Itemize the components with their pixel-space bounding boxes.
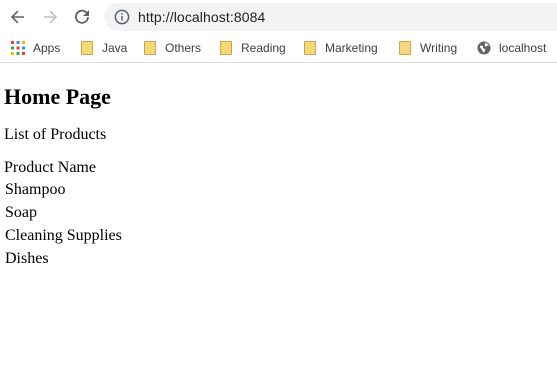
product-name-cell: Soap <box>5 204 37 221</box>
table-row: Dishes <box>4 248 123 269</box>
folder-icon <box>303 41 317 55</box>
bookmark-label: Writing <box>420 41 458 55</box>
page-title: Home Page <box>4 84 111 109</box>
bookmark-localhost[interactable]: localhost <box>477 40 546 56</box>
product-name-cell: Cleaning Supplies <box>5 227 122 244</box>
bookmark-java[interactable]: Java <box>80 40 127 56</box>
bookmarks-bar: Apps Java Others Reading Marketing Writi… <box>0 34 557 63</box>
reload-button[interactable] <box>70 5 94 29</box>
folder-icon <box>398 41 412 55</box>
browser-toolbar: http://localhost:8084 <box>0 0 557 34</box>
bookmark-writing[interactable]: Writing <box>398 40 457 56</box>
info-icon[interactable] <box>114 9 130 25</box>
forward-button[interactable] <box>38 5 62 29</box>
column-header-product-name: Product Name <box>4 159 96 176</box>
page-subtitle: List of Products <box>4 126 107 143</box>
bookmark-others[interactable]: Others <box>143 40 201 56</box>
bookmark-label: Others <box>165 41 202 55</box>
folder-icon <box>219 41 233 55</box>
bookmark-marketing[interactable]: Marketing <box>303 40 378 56</box>
bookmark-label: Marketing <box>325 41 378 55</box>
url-text[interactable]: http://localhost:8084 <box>138 9 265 25</box>
bookmark-apps[interactable]: Apps <box>11 40 60 56</box>
back-button[interactable] <box>6 5 30 29</box>
bookmark-label: Reading <box>241 41 286 55</box>
folder-icon <box>143 41 157 55</box>
page-content: Home Page List of Products Product Name … <box>0 83 557 271</box>
bookmark-label: Apps <box>33 41 61 55</box>
product-name-cell: Shampoo <box>5 181 66 198</box>
arrow-right-icon <box>44 10 58 24</box>
arrow-left-icon <box>10 10 24 24</box>
products-table: Product Name Shampoo Soap Cleaning Suppl… <box>2 155 125 271</box>
bookmark-reading[interactable]: Reading <box>219 40 286 56</box>
table-row: Cleaning Supplies <box>4 225 123 246</box>
product-name-cell: Dishes <box>5 250 49 267</box>
table-row: Soap <box>4 202 123 223</box>
address-bar[interactable]: http://localhost:8084 <box>104 3 557 31</box>
bookmark-label: Java <box>102 41 128 55</box>
table-header-row: Product Name <box>4 157 123 177</box>
bookmark-label: localhost <box>499 41 547 55</box>
folder-icon <box>80 41 94 55</box>
globe-icon <box>477 41 491 55</box>
reload-icon <box>75 9 89 24</box>
apps-grid-icon <box>11 41 25 55</box>
table-row: Shampoo <box>4 179 123 200</box>
